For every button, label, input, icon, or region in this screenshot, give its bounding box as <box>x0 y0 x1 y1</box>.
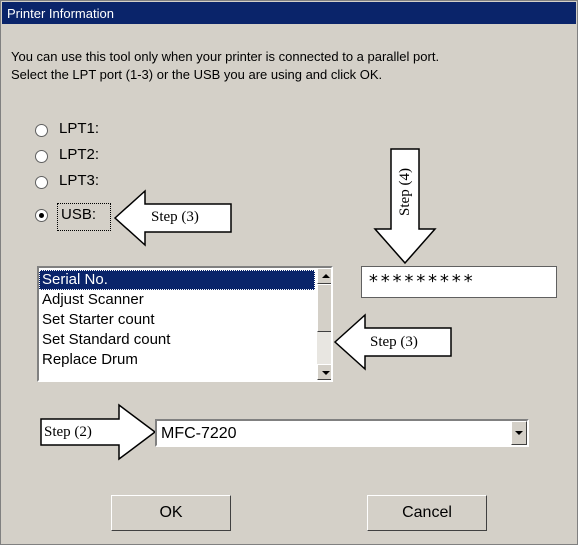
function-listbox[interactable]: Serial No. Adjust Scanner Set Starter co… <box>37 266 333 382</box>
list-item-adjust-scanner[interactable]: Adjust Scanner <box>39 290 315 310</box>
cancel-button[interactable]: Cancel <box>367 495 487 531</box>
list-item-set-standard-count[interactable]: Set Standard count <box>39 330 315 350</box>
printer-information-dialog: Printer Information You can use this too… <box>0 0 578 545</box>
step-4-serial-label: Step (4) <box>397 168 413 216</box>
arrow-up-icon <box>322 274 330 278</box>
step-3-usb-label: Step (3) <box>151 208 199 226</box>
list-item-replace-drum[interactable]: Replace Drum <box>39 350 315 370</box>
scroll-up-button[interactable] <box>317 268 331 284</box>
step-3-list-label: Step (3) <box>370 333 418 351</box>
list-item-set-starter-count[interactable]: Set Starter count <box>39 310 315 330</box>
list-scrollbar[interactable] <box>317 268 331 380</box>
model-select-value: MFC-7220 <box>161 425 237 442</box>
model-dropdown-button[interactable] <box>511 421 527 445</box>
ok-button[interactable]: OK <box>111 495 231 531</box>
step-2-model-label: Step (2) <box>44 423 92 441</box>
scroll-down-button[interactable] <box>317 364 331 380</box>
model-select[interactable]: MFC-7220 <box>155 419 529 447</box>
serial-number-field[interactable]: ********* <box>361 266 557 298</box>
list-item-serial-no[interactable]: Serial No. <box>39 270 315 290</box>
scroll-thumb[interactable] <box>317 284 331 332</box>
chevron-down-icon <box>515 431 523 435</box>
arrow-down-icon <box>322 371 330 375</box>
